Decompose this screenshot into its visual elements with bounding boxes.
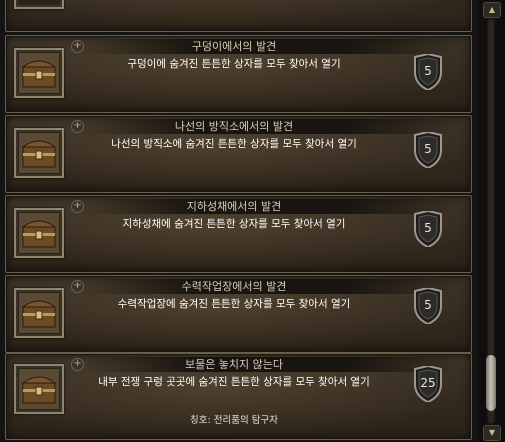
expand-plus-icon[interactable]: + [71, 120, 84, 133]
points-value: 5 [424, 142, 432, 156]
achievement-card[interactable]: + 보물은 놓치지 않는다 내부 전쟁 구렁 곳곳에 숨겨진 튼튼한 상자를 모… [5, 353, 472, 440]
achievement-card[interactable]: + 수력작업장에서의 발견 수력작업장에 숨겨진 튼튼한 상자를 모두 찾아서 … [5, 275, 472, 353]
achievement-title: 지하성채에서의 발견 [186, 200, 282, 213]
achievement-card[interactable]: + 구덩이에서의 발견 구덩이에 숨겨진 튼튼한 상자를 모두 찾아서 열기 5 [5, 35, 472, 113]
achievement-description: 지하성채에 숨겨진 튼튼한 상자를 모두 찾아서 열기 [122, 218, 346, 230]
reward-title: 칭호: 전리품의 탐구자 [190, 415, 278, 426]
treasure-chest-icon [14, 208, 64, 258]
treasure-chest-icon [14, 0, 64, 9]
scrollbar[interactable]: ▲ ▼ [478, 0, 505, 442]
points-value: 25 [420, 376, 436, 390]
achievement-card[interactable]: + 지하성채에서의 발견 지하성채에 숨겨진 튼튼한 상자를 모두 찾아서 열기… [5, 195, 472, 273]
expand-plus-icon[interactable]: + [71, 200, 84, 213]
achievement-title: 구덩이에서의 발견 [191, 40, 277, 53]
arrow-down-icon[interactable]: ▼ [483, 425, 501, 441]
expand-plus-icon[interactable]: + [71, 280, 84, 293]
points-shield-icon: 25 [413, 364, 443, 406]
expand-plus-icon[interactable]: + [71, 40, 84, 53]
achievement-description: 나선의 방직소에 숨겨진 튼튼한 상자를 모두 찾아서 열기 [111, 138, 357, 150]
achievement-title: 수력작업장에서의 발견 [181, 280, 287, 293]
treasure-chest-icon [14, 364, 64, 414]
achievement-description: 내부 전쟁 구렁 곳곳에 숨겨진 튼튼한 상자를 모두 찾아서 열기 [98, 376, 370, 388]
treasure-chest-icon [14, 48, 64, 98]
points-shield-icon: 5 [413, 286, 443, 328]
achievement-title: 나선의 방직소에서의 발견 [174, 120, 294, 133]
expand-plus-icon[interactable]: + [71, 358, 84, 371]
points-value: 5 [424, 64, 432, 78]
points-value: 5 [424, 221, 432, 235]
achievement-description: 수력작업장에 숨겨진 튼튼한 상자를 모두 찾아서 열기 [117, 298, 351, 310]
achievement-list: + 구덩이에서의 발견 구덩이에 숨겨진 튼튼한 상자를 모두 찾아서 열기 5… [0, 0, 478, 442]
achievement-title: 보물은 놓치지 않는다 [184, 358, 284, 371]
arrow-up-icon[interactable]: ▲ [483, 2, 501, 18]
achievement-description: 구덩이에 숨겨진 튼튼한 상자를 모두 찾아서 열기 [127, 58, 341, 70]
achievement-card[interactable]: + 나선의 방직소에서의 발견 나선의 방직소에 숨겨진 튼튼한 상자를 모두 … [5, 115, 472, 193]
points-shield-icon: 5 [413, 130, 443, 172]
points-shield-icon: 5 [413, 52, 443, 94]
treasure-chest-icon [14, 288, 64, 338]
achievement-card-partial[interactable] [5, 0, 472, 32]
treasure-chest-icon [14, 128, 64, 178]
scroll-thumb[interactable] [486, 355, 496, 411]
points-value: 5 [424, 298, 432, 312]
points-shield-icon: 5 [413, 209, 443, 251]
